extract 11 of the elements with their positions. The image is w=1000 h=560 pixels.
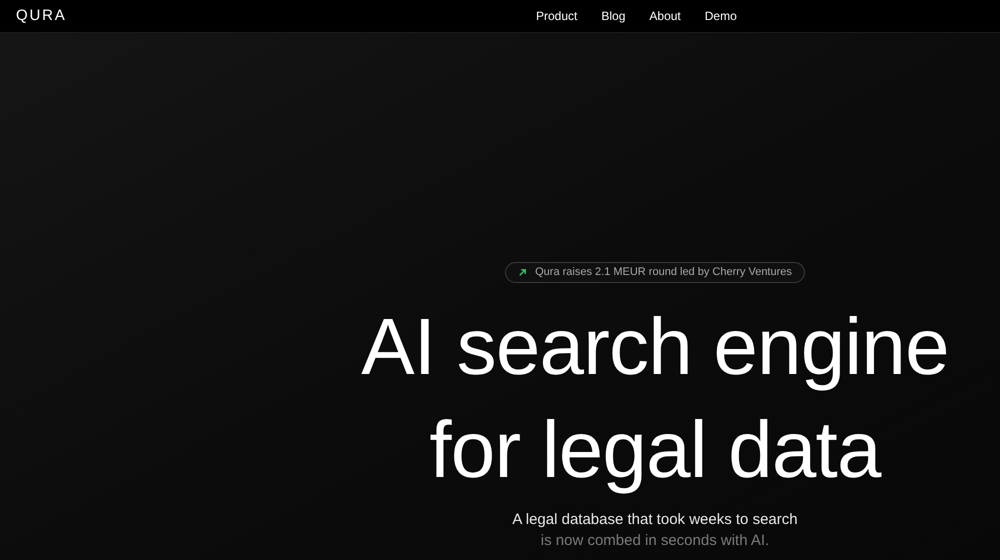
arrow-icon [518, 268, 528, 277]
subtitle: is now combed in seconds with AI. [540, 531, 770, 551]
nav-link[interactable]: Blog [601, 7, 626, 25]
headline: AI search engine [361, 301, 949, 393]
subtitle: A legal database that took weeks to search [512, 510, 798, 530]
logo[interactable]: QURA [16, 4, 536, 28]
nav-link[interactable]: Demo [704, 7, 737, 25]
headline: for legal data [429, 404, 881, 496]
nav-link[interactable]: About [649, 7, 681, 25]
nav-link[interactable]: Product [536, 7, 578, 25]
announcement-pill[interactable]: Qura raises 2.1 MEUR round led by Cherry Ventures [505, 262, 805, 283]
